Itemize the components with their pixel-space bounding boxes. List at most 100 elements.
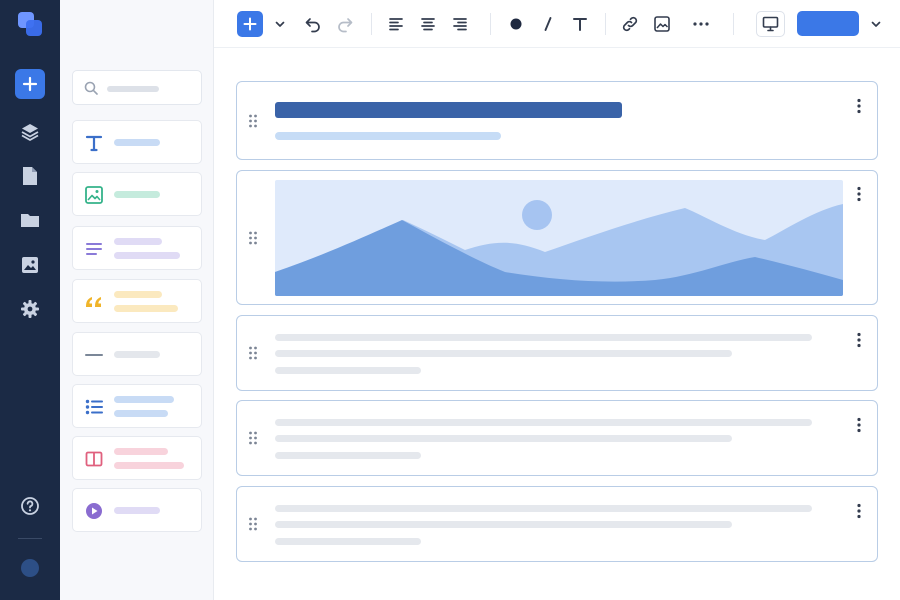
add-block-button[interactable] (237, 11, 263, 37)
italic-icon (544, 17, 552, 31)
app-logo-icon[interactable] (18, 12, 42, 36)
columns-block-icon (85, 451, 103, 467)
publish-button[interactable] (797, 11, 859, 36)
kebab-menu-icon[interactable] (854, 186, 864, 202)
help-icon (21, 497, 39, 515)
align-center-button[interactable] (415, 11, 441, 37)
align-right-icon (453, 18, 467, 31)
text-format-icon (573, 18, 587, 31)
publish-options-dropdown[interactable] (863, 11, 889, 37)
rail-divider (18, 538, 42, 539)
link-icon (622, 16, 638, 32)
palette-item-divider[interactable] (72, 332, 202, 376)
palette-item-quote[interactable] (72, 279, 202, 323)
plus-icon (22, 76, 38, 92)
undo-icon (305, 18, 320, 33)
text-block[interactable] (236, 315, 878, 391)
more-options-button[interactable] (688, 11, 714, 37)
align-center-icon (421, 18, 435, 31)
pages-button[interactable] (15, 161, 45, 191)
palette-item-label (114, 252, 180, 259)
avatar[interactable] (21, 559, 39, 577)
redo-button[interactable] (332, 11, 358, 37)
palette-item-label (114, 448, 168, 455)
paragraph-block-icon (86, 243, 102, 255)
toolbar-divider (605, 13, 606, 35)
search-placeholder (107, 86, 159, 92)
subheading-placeholder (275, 132, 501, 140)
palette-item-label (114, 462, 184, 469)
undo-button[interactable] (300, 11, 326, 37)
drag-handle-icon[interactable] (248, 517, 258, 531)
document-icon (23, 167, 37, 185)
text-block[interactable] (236, 400, 878, 476)
insert-image-button[interactable] (649, 11, 675, 37)
more-horizontal-icon (693, 22, 709, 26)
drag-handle-icon[interactable] (248, 346, 258, 360)
gear-icon (21, 300, 39, 318)
heading-block[interactable] (236, 81, 878, 160)
text-line-placeholder (275, 521, 732, 528)
layers-icon (21, 124, 39, 141)
palette-item-text[interactable] (72, 120, 202, 164)
chevron-down-icon (275, 21, 285, 27)
palette-item-label (114, 507, 160, 514)
palette-item-image[interactable] (72, 172, 202, 216)
heading-placeholder (275, 102, 622, 118)
palette-item-label (114, 291, 162, 298)
palette-item-label (114, 351, 160, 358)
divider-block-icon (85, 354, 103, 356)
image-placeholder (275, 180, 843, 296)
drag-handle-icon[interactable] (248, 114, 258, 128)
palette-item-video[interactable] (72, 488, 202, 532)
kebab-menu-icon[interactable] (854, 98, 864, 114)
drag-handle-icon[interactable] (248, 231, 258, 245)
settings-button[interactable] (15, 294, 45, 324)
device-preview-button[interactable] (756, 11, 785, 37)
app-rail (0, 0, 60, 600)
files-button[interactable] (15, 205, 45, 235)
insert-link-button[interactable] (617, 11, 643, 37)
toolbar-divider (371, 13, 372, 35)
text-line-placeholder (275, 452, 421, 459)
text-block[interactable] (236, 486, 878, 562)
palette-item-list[interactable] (72, 384, 202, 428)
layers-button[interactable] (15, 117, 45, 147)
palette-item-label (114, 238, 162, 245)
align-left-button[interactable] (383, 11, 409, 37)
palette-item-label (114, 191, 160, 198)
editor-toolbar (214, 0, 900, 48)
chevron-down-icon (871, 21, 881, 27)
text-line-placeholder (275, 435, 732, 442)
block-search-input[interactable] (72, 70, 202, 105)
palette-item-label (114, 305, 178, 312)
kebab-menu-icon[interactable] (854, 332, 864, 348)
insert-image-icon (654, 16, 670, 32)
search-icon (84, 81, 98, 95)
media-button[interactable] (15, 250, 45, 280)
palette-item-label (114, 139, 160, 146)
plus-icon (243, 17, 257, 31)
help-button[interactable] (15, 491, 45, 521)
align-left-icon (389, 18, 403, 31)
quote-block-icon (86, 297, 101, 307)
palette-item-paragraph[interactable] (72, 226, 202, 270)
block-palette (60, 0, 214, 600)
desktop-preview-icon (762, 16, 779, 32)
drag-handle-icon[interactable] (248, 431, 258, 445)
text-block-icon (85, 135, 103, 152)
folder-icon (21, 214, 39, 227)
image-block[interactable] (236, 170, 878, 305)
image-block-icon (85, 186, 103, 204)
align-right-button[interactable] (447, 11, 473, 37)
text-color-button[interactable] (503, 11, 529, 37)
add-block-dropdown[interactable] (267, 11, 293, 37)
text-format-button[interactable] (567, 11, 593, 37)
italic-button[interactable] (535, 11, 561, 37)
kebab-menu-icon[interactable] (854, 417, 864, 433)
text-line-placeholder (275, 538, 421, 545)
palette-item-columns[interactable] (72, 436, 202, 480)
new-page-button[interactable] (15, 69, 45, 99)
kebab-menu-icon[interactable] (854, 503, 864, 519)
palette-item-label (114, 396, 174, 403)
